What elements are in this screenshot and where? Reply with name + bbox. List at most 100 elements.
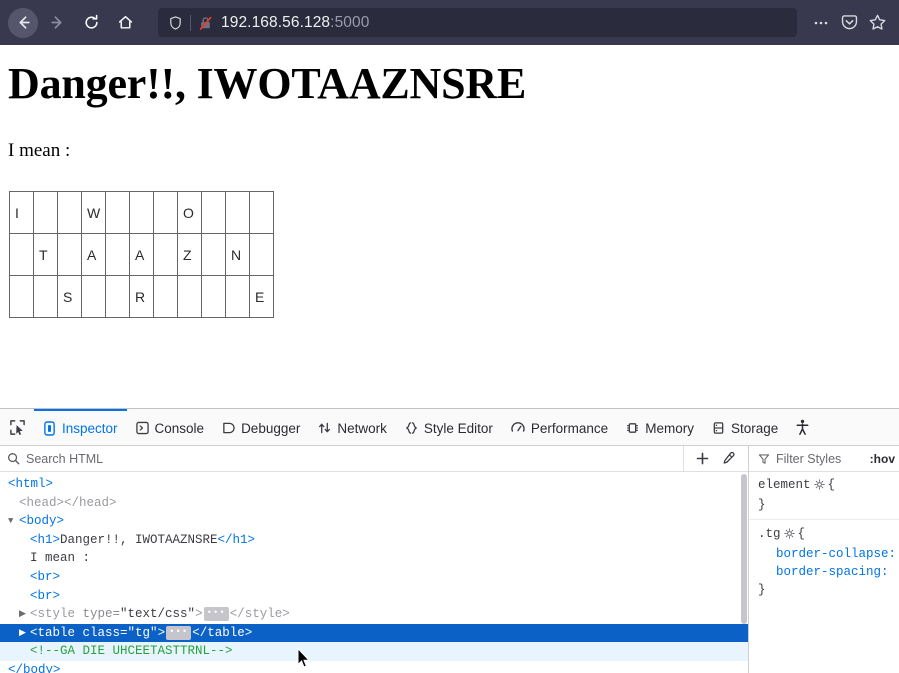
page-content: Danger!!, IWOTAAZNSRE I mean : IWOTAAZNS… [0, 45, 899, 408]
markup-br-tag-1: <br> [30, 569, 61, 584]
pocket-icon[interactable] [835, 9, 863, 37]
cipher-grid-cell [201, 233, 226, 277]
markup-line-br2[interactable]: <br> [0, 587, 748, 606]
markup-html-tag: <html> [8, 477, 54, 491]
cipher-grid-cell [201, 275, 226, 319]
element-picker-icon[interactable] [0, 409, 34, 445]
markup-line-body[interactable]: ▼ <body> [0, 512, 748, 531]
cipher-grid-row: SRE [9, 275, 274, 319]
css-declaration-border-collapse[interactable]: border-collapse: [758, 545, 899, 563]
tab-network[interactable]: Network [309, 409, 396, 445]
search-icon [7, 452, 20, 465]
markup-text-node: I mean : [30, 551, 91, 566]
performance-icon [511, 421, 525, 435]
inspector-icon [43, 420, 56, 436]
tab-inspector[interactable]: Inspector [34, 409, 127, 445]
markup-h1-text: Danger!!, IWOTAAZNSRE [60, 532, 218, 547]
search-html-input[interactable]: Search HTML [0, 452, 683, 466]
tab-debugger[interactable]: Debugger [213, 409, 309, 445]
twisty-body-icon[interactable]: ▼ [8, 512, 19, 531]
cipher-grid-cell: R [129, 275, 154, 319]
console-icon [135, 421, 149, 435]
cipher-grid-cell [201, 191, 226, 235]
markup-style-attr-value: "text/css" [120, 607, 196, 622]
css-selector-element[interactable]: element [758, 478, 811, 492]
markup-table-attr-value: "tg" [127, 625, 158, 640]
collapsed-children-icon[interactable]: ••• [203, 607, 229, 622]
cipher-grid-cell [153, 233, 178, 277]
cipher-grid-cell: I [9, 191, 34, 235]
back-button[interactable] [8, 7, 38, 38]
markup-line-h1[interactable]: <h1> Danger!!, IWOTAAZNSRE </h1> [0, 531, 748, 550]
markup-line-table[interactable]: ▶ <table class= "tg" > ••• </table> [0, 623, 748, 643]
tab-debugger-label: Debugger [241, 420, 301, 436]
tab-memory-label: Memory [645, 420, 694, 436]
markup-scrollbar-thumb[interactable] [741, 474, 747, 624]
markup-style-close: </style> [229, 607, 290, 622]
markup-tree[interactable]: <html> <head></head> ▼ <body> <h1> Danger!… [0, 472, 748, 673]
cipher-grid-cell [33, 275, 58, 319]
cipher-grid-row: IWO [9, 191, 274, 235]
hover-state-button[interactable]: :hov [870, 452, 899, 466]
twisty-table-icon[interactable]: ▶ [19, 624, 30, 643]
cipher-grid-cell [105, 191, 130, 235]
forward-button[interactable] [42, 8, 72, 38]
tab-style-editor[interactable]: Style Editor [396, 409, 502, 445]
inspector-markup-pane: Search HTML <html> <head></head> ▼ <body>… [0, 446, 749, 673]
markup-line-body-close[interactable]: </body> [0, 661, 748, 673]
markup-scrollbar[interactable] [740, 472, 748, 673]
memory-icon [626, 421, 639, 435]
cipher-grid-cell: A [129, 233, 154, 277]
tab-inspector-label: Inspector [62, 420, 118, 436]
filter-styles-input[interactable]: Filter Styles [776, 452, 864, 466]
tracking-protection-shield-icon[interactable] [168, 15, 183, 31]
tab-storage[interactable]: Storage [703, 409, 787, 445]
reload-button[interactable] [76, 8, 106, 38]
css-selector-tg[interactable]: .tg [758, 527, 781, 541]
markup-table-tag: <table [30, 625, 76, 640]
css-rule-element[interactable]: element { } [749, 476, 899, 520]
css-rule-tg[interactable]: .tg { border-collapse: border-spacing: } [749, 525, 899, 604]
gear-icon[interactable] [783, 527, 795, 545]
tab-console-label: Console [154, 420, 205, 436]
tab-memory[interactable]: Memory [617, 409, 703, 445]
markup-body-close: </body> [8, 662, 61, 673]
address-bar[interactable]: 192.168.56.128:5000 [158, 8, 797, 37]
tab-performance[interactable]: Performance [502, 409, 617, 445]
tab-console[interactable]: Console [127, 409, 214, 445]
page-title: Danger!!, IWOTAAZNSRE [8, 59, 527, 108]
markup-body-tag: <body> [19, 514, 65, 529]
markup-line-head[interactable]: <head></head> [0, 494, 748, 513]
url-port: :5000 [330, 13, 370, 31]
markup-line-style[interactable]: ▶ <style type= "text/css" > ••• </style> [0, 605, 748, 624]
eyedropper-icon[interactable] [716, 447, 740, 471]
markup-line-comment[interactable]: <!--GA DIE UHCEETASTTRNL--> [0, 642, 748, 661]
search-html-placeholder: Search HTML [26, 451, 104, 466]
home-button[interactable] [110, 8, 140, 38]
insecure-lock-icon[interactable] [198, 15, 213, 31]
cipher-grid-cell: S [57, 275, 82, 319]
styles-pane: Filter Styles :hov element { } .tg { borde… [749, 446, 899, 673]
accessibility-icon[interactable] [787, 409, 817, 445]
markup-table-attr: class= [82, 625, 128, 640]
create-node-icon[interactable] [690, 447, 714, 471]
markup-h1-open: <h1> [30, 532, 61, 547]
css-declaration-border-spacing[interactable]: border-spacing: [758, 563, 899, 581]
twisty-style-icon[interactable]: ▶ [19, 605, 30, 624]
cipher-grid-cell: O [177, 191, 202, 235]
collapsed-children-icon[interactable]: ••• [166, 626, 192, 641]
page-actions-icon[interactable] [807, 9, 835, 37]
markup-line-br1[interactable]: <br> [0, 568, 748, 587]
cipher-grid-cell: E [249, 275, 274, 319]
cipher-grid-cell [9, 275, 34, 319]
markup-tools [683, 446, 748, 471]
css-rules-list: element { } .tg { border-collapse: border-… [749, 472, 899, 673]
bookmark-star-icon[interactable] [863, 9, 891, 37]
page-intro-text: I mean : [8, 140, 71, 162]
css-close-brace-element: } [758, 498, 766, 512]
gear-icon[interactable] [813, 478, 825, 496]
url-text[interactable]: 192.168.56.128:5000 [221, 14, 369, 32]
markup-line-text[interactable]: I mean : [0, 549, 748, 568]
cipher-grid-table: IWOTAAZNSRE [9, 191, 274, 319]
markup-line-html[interactable]: <html> [0, 475, 748, 494]
